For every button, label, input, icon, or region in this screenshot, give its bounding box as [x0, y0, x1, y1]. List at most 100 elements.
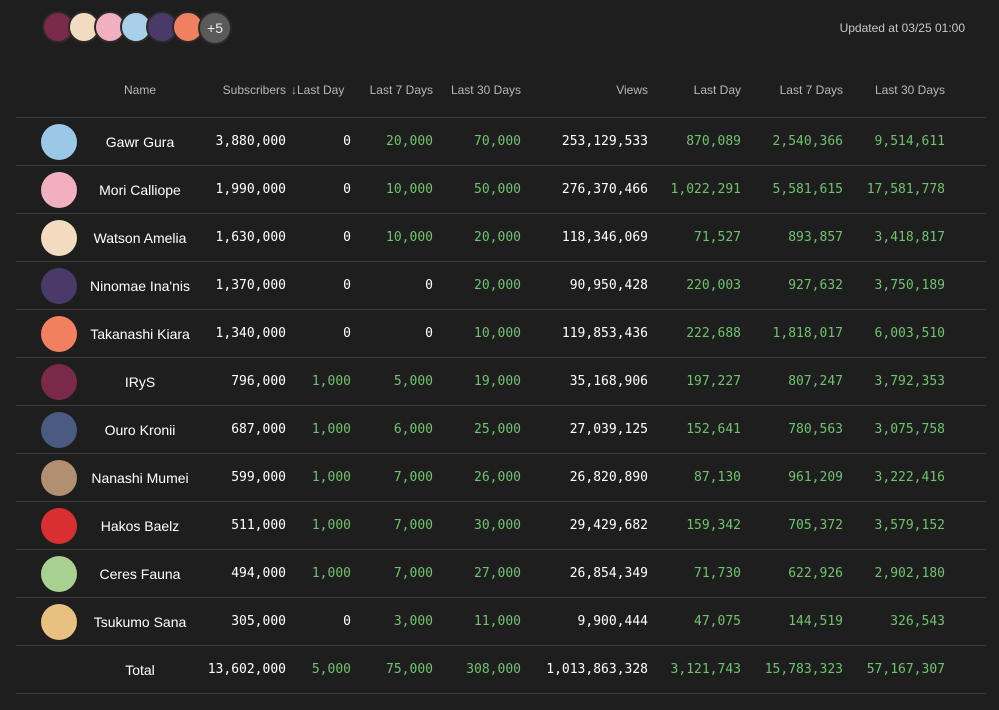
- cell-v7: 144,519: [788, 614, 843, 629]
- total-row[interactable]: Total 13,602,000 5,000 75,000 308,000 1,013,8…: [16, 645, 986, 694]
- table-row[interactable]: Mori Calliope 1,990,000 0 10,000 50,000 276,3…: [16, 165, 986, 213]
- cell-d7: 0: [425, 326, 433, 341]
- cell-d30: 20,000: [474, 230, 521, 245]
- cell-d1: 1,000: [311, 470, 351, 485]
- member-name[interactable]: Mori Calliope: [60, 182, 220, 198]
- member-name[interactable]: Tsukumo Sana: [60, 614, 220, 630]
- table-row[interactable]: Tsukumo Sana 305,000 0 3,000 11,000 9,900,444…: [16, 597, 986, 645]
- cell-v7: 622,926: [788, 566, 843, 581]
- cell-v30: 6,003,510: [874, 326, 945, 341]
- cell-d1: 0: [343, 278, 351, 293]
- col-name[interactable]: Name: [100, 83, 180, 97]
- cell-d30: 26,000: [474, 470, 521, 485]
- table-row[interactable]: Takanashi Kiara 1,340,000 0 0 10,000 119,853,…: [16, 309, 986, 357]
- col-views-last-7[interactable]: Last 7 Days: [780, 83, 843, 97]
- cell-views: 118,346,069: [561, 230, 648, 245]
- cell-v7: 1,818,017: [772, 326, 843, 341]
- cell-v7: 705,372: [788, 518, 843, 533]
- cell-d1: 0: [343, 134, 351, 149]
- member-name[interactable]: Ceres Fauna: [60, 566, 220, 582]
- cell-d30: 19,000: [474, 374, 521, 389]
- cell-v1: 47,075: [694, 614, 741, 629]
- cell-d1: 1,000: [311, 422, 351, 437]
- stats-table: Gawr Gura 3,880,000 0 20,000 70,000 253,129,5…: [16, 117, 986, 694]
- cell-v30: 326,543: [890, 614, 945, 629]
- col-sub-last-day[interactable]: ↓Last Day: [291, 83, 344, 97]
- more-members-badge[interactable]: +5: [198, 11, 232, 45]
- updated-timestamp: Updated at 03/25 01:00: [839, 21, 965, 35]
- cell-v30: 3,579,152: [874, 518, 945, 533]
- member-name[interactable]: Gawr Gura: [60, 134, 220, 150]
- cell-subs: 1,630,000: [215, 230, 286, 245]
- cell-d7: 75,000: [386, 662, 433, 677]
- cell-v1: 87,130: [694, 470, 741, 485]
- cell-v30: 57,167,307: [866, 662, 945, 677]
- cell-subs: 305,000: [231, 614, 286, 629]
- table-row[interactable]: Ceres Fauna 494,000 1,000 7,000 27,000 26,854…: [16, 549, 986, 597]
- member-name[interactable]: Hakos Baelz: [60, 518, 220, 534]
- cell-d7: 0: [425, 278, 433, 293]
- cell-v1: 197,227: [686, 374, 741, 389]
- cell-v1: 1,022,291: [670, 182, 741, 197]
- cell-d7: 10,000: [386, 230, 433, 245]
- cell-d30: 308,000: [466, 662, 521, 677]
- col-views-last-30[interactable]: Last 30 Days: [875, 83, 945, 97]
- cell-d1: 1,000: [311, 518, 351, 533]
- cell-subs: 687,000: [231, 422, 286, 437]
- cell-subs: 1,340,000: [215, 326, 286, 341]
- cell-d7: 3,000: [393, 614, 433, 629]
- cell-subs: 3,880,000: [215, 134, 286, 149]
- cell-views: 35,168,906: [569, 374, 648, 389]
- col-label: Last Day: [297, 83, 345, 97]
- cell-views: 29,429,682: [569, 518, 648, 533]
- col-sub-last-30[interactable]: Last 30 Days: [451, 83, 521, 97]
- cell-d7: 6,000: [393, 422, 433, 437]
- member-name[interactable]: Nanashi Mumei: [60, 470, 220, 486]
- cell-subs: 1,990,000: [215, 182, 286, 197]
- member-name[interactable]: Ninomae Ina'nis: [60, 278, 220, 294]
- cell-d7: 7,000: [393, 470, 433, 485]
- member-avatar-group: +5: [42, 11, 232, 45]
- table-row[interactable]: Ouro Kronii 687,000 1,000 6,000 25,000 27,039…: [16, 405, 986, 453]
- col-sub-last-7[interactable]: Last 7 Days: [370, 83, 433, 97]
- cell-v30: 2,902,180: [874, 566, 945, 581]
- cell-views: 276,370,466: [561, 182, 648, 197]
- cell-v7: 927,632: [788, 278, 843, 293]
- cell-v7: 780,563: [788, 422, 843, 437]
- cell-views: 26,820,890: [569, 470, 648, 485]
- cell-subs: 13,602,000: [207, 662, 286, 677]
- table-row[interactable]: Hakos Baelz 511,000 1,000 7,000 30,000 29,429…: [16, 501, 986, 549]
- table-row[interactable]: Nanashi Mumei 599,000 1,000 7,000 26,000 26,8…: [16, 453, 986, 501]
- cell-views: 26,854,349: [569, 566, 648, 581]
- cell-v30: 3,222,416: [874, 470, 945, 485]
- cell-d30: 70,000: [474, 134, 521, 149]
- member-name[interactable]: Ouro Kronii: [60, 422, 220, 438]
- col-views-last-day[interactable]: Last Day: [694, 83, 741, 97]
- cell-v1: 159,342: [686, 518, 741, 533]
- cell-v7: 2,540,366: [772, 134, 843, 149]
- cell-views: 27,039,125: [569, 422, 648, 437]
- col-subscribers[interactable]: Subscribers: [223, 83, 286, 97]
- table-row[interactable]: Watson Amelia 1,630,000 0 10,000 20,000 118,3…: [16, 213, 986, 261]
- cell-d1: 1,000: [311, 374, 351, 389]
- cell-d7: 20,000: [386, 134, 433, 149]
- cell-v1: 220,003: [686, 278, 741, 293]
- cell-subs: 511,000: [231, 518, 286, 533]
- cell-v1: 71,527: [694, 230, 741, 245]
- cell-v1: 152,641: [686, 422, 741, 437]
- cell-v30: 3,075,758: [874, 422, 945, 437]
- col-views[interactable]: Views: [616, 83, 648, 97]
- cell-d30: 11,000: [474, 614, 521, 629]
- table-row[interactable]: IRyS 796,000 1,000 5,000 19,000 35,168,906 197…: [16, 357, 986, 405]
- cell-d1: 0: [343, 326, 351, 341]
- member-name[interactable]: IRyS: [60, 374, 220, 390]
- cell-v7: 807,247: [788, 374, 843, 389]
- table-row[interactable]: Gawr Gura 3,880,000 0 20,000 70,000 253,129,5…: [16, 117, 986, 165]
- member-name[interactable]: Watson Amelia: [60, 230, 220, 246]
- cell-d1: 1,000: [311, 566, 351, 581]
- cell-d30: 50,000: [474, 182, 521, 197]
- table-row[interactable]: Ninomae Ina'nis 1,370,000 0 0 20,000 90,950,4…: [16, 261, 986, 309]
- cell-d30: 25,000: [474, 422, 521, 437]
- member-name[interactable]: Takanashi Kiara: [60, 326, 220, 342]
- cell-d1: 0: [343, 230, 351, 245]
